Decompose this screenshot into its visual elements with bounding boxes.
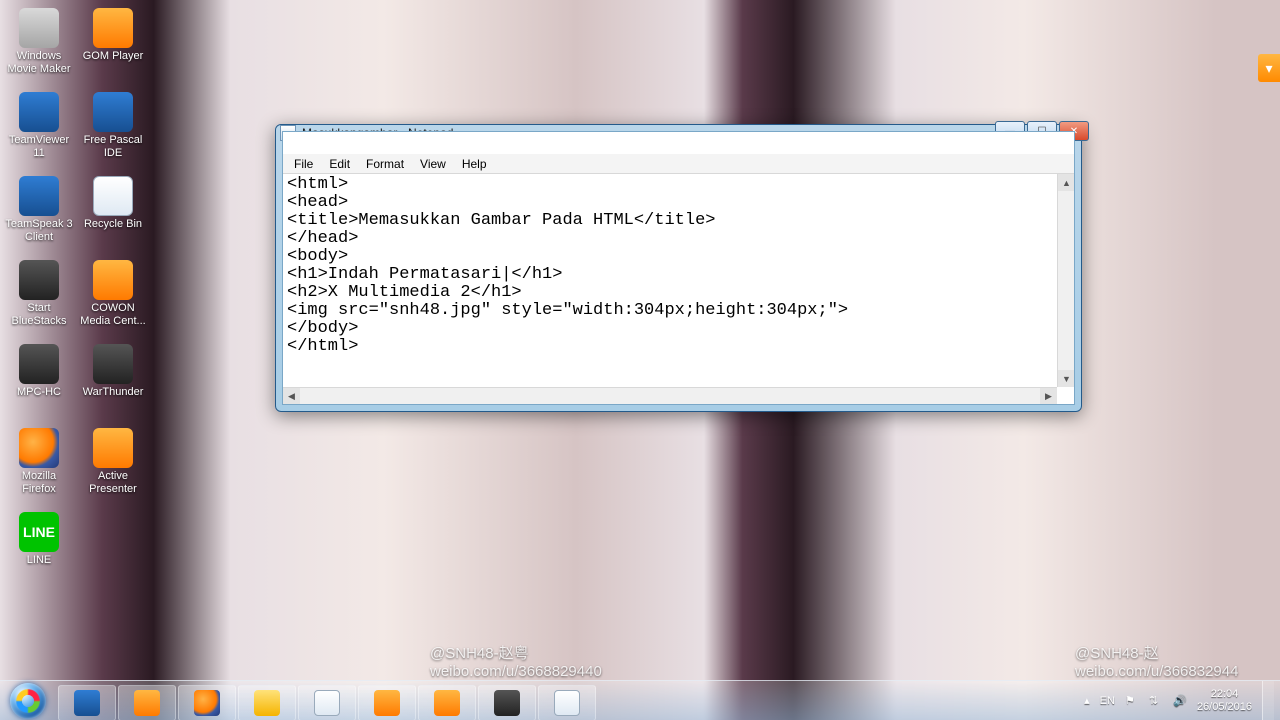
action-center-icon[interactable]: ⚑ [1125, 694, 1139, 708]
wmp-icon [134, 690, 160, 716]
taskbar-item-app2[interactable] [358, 685, 416, 720]
app-icon [19, 344, 59, 384]
network-icon[interactable]: ⇅ [1149, 694, 1163, 708]
desktop-icon[interactable]: COWON Media Cent... [78, 256, 148, 332]
tray-language-indicator[interactable]: EN [1100, 695, 1115, 707]
menu-format[interactable]: Format [359, 156, 411, 172]
app3-icon [434, 690, 460, 716]
desktop-icon-label: Start BlueStacks [5, 302, 73, 327]
desktop-icon[interactable]: TeamViewer 11 [4, 88, 74, 164]
menu-bar: FileEditFormatViewHelp [283, 154, 1074, 174]
taskbar-item-app3[interactable] [418, 685, 476, 720]
scroll-up-arrow-icon[interactable]: ▲ [1058, 174, 1074, 191]
volume-icon[interactable]: 🔊 [1173, 694, 1187, 708]
desktop-icon[interactable]: Recycle Bin [78, 172, 148, 248]
desktop-icon-label: TeamViewer 11 [5, 134, 73, 159]
menu-edit[interactable]: Edit [322, 156, 357, 172]
desktop-icon-label: Windows Movie Maker [5, 50, 73, 75]
desktop-icon-label: MPC-HC [17, 386, 61, 399]
desktop-icon-label: COWON Media Cent... [79, 302, 147, 327]
clock-time: 22:04 [1197, 688, 1252, 701]
app-icon [19, 92, 59, 132]
app-icon [19, 428, 59, 468]
taskbar-item-notepad[interactable] [538, 685, 596, 720]
show-desktop-button[interactable] [1262, 681, 1274, 720]
app-icon [93, 428, 133, 468]
notepad-window: Masukkangambar - Notepad — ☐ ✕ FileEditF… [275, 124, 1082, 412]
windows-orb-icon [10, 683, 46, 719]
scroll-left-arrow-icon[interactable]: ◀ [283, 388, 300, 404]
taskbar-item-explorer[interactable] [238, 685, 296, 720]
tray-expand-icon[interactable]: ▴ [1084, 694, 1090, 707]
explorer-icon [254, 690, 280, 716]
menu-file[interactable]: File [287, 156, 320, 172]
desktop-icon-label: Active Presenter [79, 470, 147, 495]
desktop-icon-label: GOM Player [83, 50, 144, 63]
taskbar-pinned-area [56, 681, 598, 720]
app-icon [93, 92, 133, 132]
editor-content[interactable]: <html> <head> <title>Memasukkan Gambar P… [283, 174, 1074, 358]
desktop-icon-label: Recycle Bin [84, 218, 142, 231]
start-button[interactable] [0, 681, 56, 720]
desktop-icon[interactable]: Windows Movie Maker [4, 4, 74, 80]
wallpaper-watermark: @SNH48-赵粤 weibo.com/u/3668829440 [430, 642, 602, 680]
app-icon [19, 8, 59, 48]
menu-view[interactable]: View [413, 156, 453, 172]
app-icon [93, 260, 133, 300]
desktop-icon-label: TeamSpeak 3 Client [5, 218, 73, 243]
notification-chevron-icon[interactable]: ▾ [1258, 54, 1280, 82]
desktop-icon[interactable]: WarThunder [78, 340, 148, 416]
system-tray: ▴ EN ⚑ ⇅ 🔊 22:04 26/05/2016 [1078, 681, 1280, 720]
app4-icon [494, 690, 520, 716]
desktop-icon-label: Mozilla Firefox [5, 470, 73, 495]
notepad-icon [554, 690, 580, 716]
desktop-icon-grid: Windows Movie Maker TeamViewer 11 TeamSpea… [0, 0, 180, 660]
desktop-icon[interactable]: GOM Player [78, 4, 148, 80]
desktop-icon[interactable]: Active Presenter [78, 424, 148, 500]
clock[interactable]: 22:04 26/05/2016 [1197, 688, 1252, 713]
taskbar-item-firefox[interactable] [178, 685, 236, 720]
scroll-right-arrow-icon[interactable]: ▶ [1040, 388, 1057, 404]
ie-icon [74, 690, 100, 716]
taskbar: ▴ EN ⚑ ⇅ 🔊 22:04 26/05/2016 [0, 680, 1280, 720]
clock-date: 26/05/2016 [1197, 701, 1252, 714]
desktop-icon[interactable]: LINE LINE [4, 508, 74, 584]
taskbar-item-ie[interactable] [58, 685, 116, 720]
app-icon: LINE [19, 512, 59, 552]
app-icon [93, 8, 133, 48]
firefox-icon [194, 690, 220, 716]
desktop-icon[interactable]: Free Pascal IDE [78, 88, 148, 164]
desktop-icon-label: WarThunder [83, 386, 144, 399]
desktop-icon[interactable]: Start BlueStacks [4, 256, 74, 332]
desktop-icon-label: LINE [27, 554, 51, 567]
desktop-icon[interactable]: TeamSpeak 3 Client [4, 172, 74, 248]
app-icon [93, 176, 133, 216]
app-icon [19, 260, 59, 300]
taskbar-item-wmp[interactable] [118, 685, 176, 720]
text-editor-area[interactable]: <html> <head> <title>Memasukkan Gambar P… [283, 174, 1074, 404]
menu-help[interactable]: Help [455, 156, 494, 172]
taskbar-item-app1[interactable] [298, 685, 356, 720]
app-icon [19, 176, 59, 216]
scroll-down-arrow-icon[interactable]: ▼ [1058, 370, 1074, 387]
vertical-scrollbar[interactable]: ▲ ▼ [1057, 174, 1074, 387]
desktop-icon-label: Free Pascal IDE [79, 134, 147, 159]
desktop-icon[interactable]: Mozilla Firefox [4, 424, 74, 500]
desktop-icon[interactable]: MPC-HC [4, 340, 74, 416]
taskbar-item-app4[interactable] [478, 685, 536, 720]
horizontal-scrollbar[interactable]: ◀ ▶ [283, 387, 1057, 404]
wallpaper-watermark: @SNH48-赵 weibo.com/u/366832944 [1075, 642, 1238, 680]
app-icon [93, 344, 133, 384]
app2-icon [374, 690, 400, 716]
app1-icon [314, 690, 340, 716]
